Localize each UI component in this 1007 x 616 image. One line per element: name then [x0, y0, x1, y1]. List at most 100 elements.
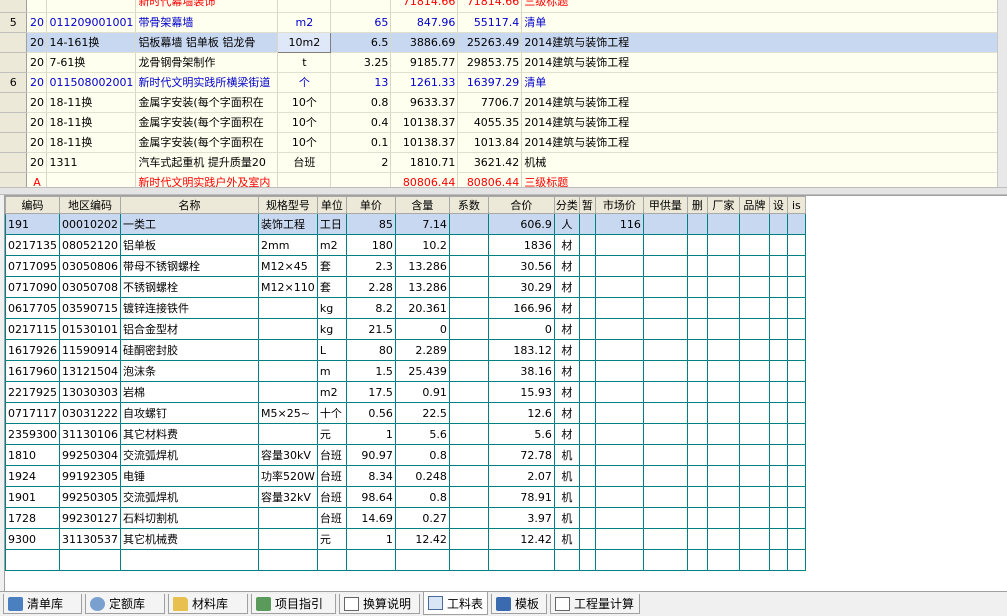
material-cell[interactable]	[706, 234, 740, 256]
bill-cell-code-a[interactable]: 20	[26, 72, 48, 93]
material-cell[interactable]: 机	[553, 465, 580, 487]
material-cell[interactable]	[578, 507, 596, 529]
material-cell[interactable]: 0.27	[394, 507, 450, 529]
material-cell[interactable]	[768, 486, 788, 508]
bill-row[interactable]: 20 7-61换 龙骨钢骨架制作 t 3.25 9185.77 29853.75 2014建筑…	[0, 52, 1007, 73]
material-cell[interactable]: 8.2	[345, 297, 396, 319]
material-cell[interactable]	[706, 486, 740, 508]
material-cell[interactable]	[768, 402, 788, 424]
material-cell[interactable]	[594, 549, 644, 571]
column-header[interactable]: 暂	[578, 196, 596, 214]
material-cell[interactable]: m2	[316, 234, 347, 256]
material-cell[interactable]: 0	[487, 318, 555, 340]
tab-template[interactable]: 模板	[491, 594, 547, 614]
material-cell[interactable]	[578, 486, 596, 508]
material-cell[interactable]: 2359300	[5, 423, 60, 445]
bill-cell-code-a[interactable]: 20	[26, 92, 48, 113]
column-header[interactable]: 合价	[487, 196, 555, 214]
material-cell[interactable]: 材	[553, 360, 580, 382]
material-cell[interactable]	[786, 444, 806, 466]
bill-cell-type[interactable]: 三级标题	[521, 172, 1007, 187]
material-cell[interactable]	[768, 549, 788, 571]
material-cell[interactable]	[738, 528, 770, 550]
material-cell[interactable]: 31130537	[59, 528, 121, 550]
material-row[interactable]: 1924 99192305 电锤 功率520W 台班 8.34 0.248 2.07 机	[5, 465, 806, 487]
material-cell[interactable]	[738, 318, 770, 340]
material-cell[interactable]	[768, 423, 788, 445]
bill-cell-code-a[interactable]: 20	[26, 112, 48, 133]
bill-cell-total[interactable]: 16397.29	[457, 72, 523, 93]
bill-cell-total[interactable]: 55117.4	[457, 12, 523, 33]
column-header[interactable]: 单价	[345, 196, 396, 214]
bill-cell-code-a[interactable]: A	[26, 172, 48, 187]
material-cell[interactable]	[345, 549, 396, 571]
material-cell[interactable]	[448, 234, 489, 256]
material-cell[interactable]	[578, 528, 596, 550]
material-cell[interactable]	[768, 318, 788, 340]
material-cell[interactable]: 31130106	[59, 423, 121, 445]
material-cell[interactable]: kg	[316, 297, 347, 319]
material-cell[interactable]	[786, 297, 806, 319]
material-cell[interactable]	[642, 465, 688, 487]
material-cell[interactable]: 183.12	[487, 339, 555, 361]
material-cell[interactable]	[642, 444, 688, 466]
column-header[interactable]: 品牌	[738, 196, 770, 214]
material-cell[interactable]	[578, 234, 596, 256]
material-cell[interactable]: 2.28	[345, 276, 396, 298]
material-cell[interactable]	[448, 444, 489, 466]
column-header[interactable]: 名称	[120, 196, 259, 214]
material-cell[interactable]	[642, 339, 688, 361]
material-cell[interactable]	[594, 255, 644, 277]
material-cell[interactable]	[686, 255, 708, 277]
material-cell[interactable]: 30.56	[487, 255, 555, 277]
material-cell[interactable]	[578, 276, 596, 298]
material-cell[interactable]: 材	[553, 276, 580, 298]
material-cell[interactable]: 116	[594, 213, 644, 235]
material-cell[interactable]	[738, 486, 770, 508]
material-cell[interactable]	[258, 549, 318, 571]
material-cell[interactable]	[738, 402, 770, 424]
bill-cell-code-a[interactable]: 20	[26, 152, 48, 173]
material-cell[interactable]: 13.286	[394, 255, 450, 277]
bill-cell-unit[interactable]	[277, 0, 332, 13]
material-cell[interactable]: 装饰工程	[258, 213, 318, 235]
bill-cell-price[interactable]: 9633.37	[390, 92, 459, 113]
material-cell[interactable]	[786, 402, 806, 424]
tab-calculator[interactable]: 工程量计算	[550, 594, 640, 614]
column-header[interactable]: 规格型号	[258, 196, 318, 214]
material-cell[interactable]	[706, 465, 740, 487]
column-header[interactable]: 分类	[553, 196, 580, 214]
material-cell[interactable]	[448, 528, 489, 550]
column-header[interactable]: 含量	[394, 196, 450, 214]
bill-row[interactable]: 新时代幕墙装饰 71814.66 71814.66 三级标题	[0, 0, 1007, 13]
bill-cell-total[interactable]: 25263.49	[457, 32, 523, 53]
material-cell[interactable]: 15.93	[487, 381, 555, 403]
material-cell[interactable]: 180	[345, 234, 396, 256]
material-row[interactable]: 0217135 08052120 铝单板 2mm m2 180 10.2 1836 材	[5, 234, 806, 256]
material-cell[interactable]: 台班	[316, 507, 347, 529]
material-row[interactable]: 0217115 01530101 铝合金型材 kg 21.5 0 0 材	[5, 318, 806, 340]
bill-cell-total[interactable]: 29853.75	[457, 52, 523, 73]
material-cell[interactable]	[686, 465, 708, 487]
column-header[interactable]: 设	[768, 196, 788, 214]
column-header[interactable]: 地区编码	[59, 196, 121, 214]
material-cell[interactable]	[642, 528, 688, 550]
material-cell[interactable]: 岩棉	[120, 381, 259, 403]
material-cell[interactable]: 0217135	[5, 234, 60, 256]
material-cell[interactable]: L	[316, 339, 347, 361]
material-cell[interactable]: M12×110	[258, 276, 318, 298]
material-cell[interactable]: 2.07	[487, 465, 555, 487]
material-cell[interactable]	[738, 360, 770, 382]
material-cell[interactable]: 镀锌连接铁件	[120, 297, 259, 319]
material-cell[interactable]: 硅酮密封胶	[120, 339, 259, 361]
material-cell[interactable]: 1728	[5, 507, 60, 529]
material-cell[interactable]	[642, 234, 688, 256]
material-cell[interactable]	[642, 549, 688, 571]
bill-row[interactable]: 20 18-11换 金属字安装(每个字面积在 10个 0.4 10138.37 4055.3…	[0, 112, 1007, 133]
material-cell[interactable]: 1.5	[345, 360, 396, 382]
material-cell[interactable]	[487, 549, 555, 571]
material-cell[interactable]	[448, 297, 489, 319]
material-cell[interactable]	[642, 276, 688, 298]
bill-cell-unit[interactable]: 10个	[277, 132, 332, 153]
material-cell[interactable]: 材	[553, 402, 580, 424]
